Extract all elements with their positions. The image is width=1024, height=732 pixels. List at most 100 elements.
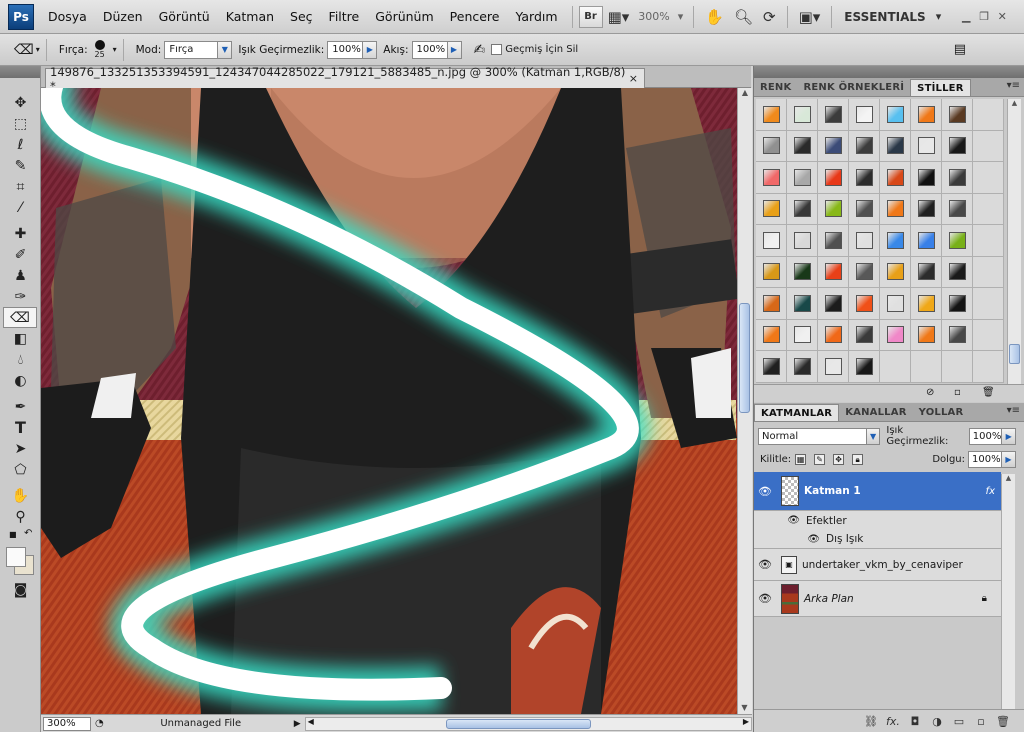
add-mask-icon[interactable]: ◘ [904, 715, 926, 728]
style-swatch-cell[interactable] [849, 130, 880, 162]
link-layers-icon[interactable]: ⛓ [860, 715, 882, 728]
tab-color[interactable]: RENK [754, 79, 797, 96]
film-strip-icon[interactable]: ▦▾ [603, 8, 635, 26]
style-swatch-cell[interactable] [911, 130, 942, 162]
style-swatch-cell[interactable] [849, 193, 880, 225]
style-swatch-cell[interactable] [973, 130, 1004, 162]
move-tool-icon[interactable]: ✥ [0, 92, 41, 113]
layer-row-arka-plan[interactable]: 👁︎ Arka Plan 🔒︎ [754, 581, 1001, 617]
fill-field[interactable]: 100% [968, 451, 1002, 468]
style-swatch-cell[interactable] [880, 225, 911, 257]
panel-dock-header[interactable] [754, 66, 1024, 78]
style-swatch-cell[interactable] [787, 225, 818, 257]
style-swatch-cell[interactable] [756, 162, 787, 194]
tab-channels[interactable]: KANALLAR [839, 404, 912, 421]
style-swatch-cell[interactable] [787, 99, 818, 131]
rotate-view-icon[interactable]: ⟳ [758, 8, 781, 26]
style-swatch-cell[interactable] [818, 130, 849, 162]
menu-yardim[interactable]: Yardım [507, 9, 565, 24]
hand-tool-icon[interactable]: ✋ [0, 485, 41, 506]
workspace-switcher[interactable]: ESSENTIALS [838, 10, 931, 24]
style-swatch-cell[interactable] [911, 256, 942, 288]
horizontal-scroll-thumb[interactable] [445, 718, 591, 729]
style-swatch-cell[interactable] [911, 288, 942, 320]
style-swatch-cell[interactable] [849, 319, 880, 351]
bridge-button[interactable]: Br [578, 5, 603, 28]
marquee-tool-icon[interactable]: ⬚ [0, 113, 41, 134]
style-swatch-cell[interactable] [818, 256, 849, 288]
style-swatch-cell[interactable] [880, 256, 911, 288]
style-swatch-cell[interactable] [849, 99, 880, 131]
type-tool-icon[interactable]: T [0, 417, 41, 438]
style-swatch-cell[interactable] [880, 99, 911, 131]
styles-scroll-thumb[interactable] [1009, 344, 1020, 364]
panel-menu-icon[interactable]: ▾≡ [1007, 80, 1020, 91]
lock-all-icon[interactable]: 🔒︎ [852, 454, 864, 465]
opacity-slider-arrow[interactable]: ▶ [1002, 427, 1016, 445]
style-swatch-cell[interactable] [911, 319, 942, 351]
style-swatch-cell[interactable] [756, 99, 787, 131]
tab-paths[interactable]: YOLLAR [913, 404, 970, 421]
scroll-up-icon[interactable]: ▲ [1008, 99, 1021, 107]
style-swatch-cell[interactable] [787, 319, 818, 351]
eraser-tool-icon[interactable]: ⌫ [3, 307, 37, 328]
eye-icon[interactable]: 👁︎ [754, 558, 776, 571]
add-style-icon[interactable]: fx. [882, 715, 904, 728]
style-swatch-cell[interactable] [911, 99, 942, 131]
style-swatch-cell[interactable] [973, 256, 1004, 288]
style-swatch-cell[interactable] [849, 351, 880, 383]
history-brush-tool-icon[interactable]: ✑ [0, 286, 41, 307]
style-swatch-cell[interactable] [787, 351, 818, 383]
erase-to-history-checkbox[interactable] [491, 44, 503, 55]
layer-effects-row[interactable]: 👁︎ Efektler [754, 511, 1001, 530]
style-swatch-cell[interactable] [942, 130, 973, 162]
eye-icon[interactable]: 👁︎ [754, 534, 820, 545]
clone-stamp-tool-icon[interactable]: ♟ [0, 265, 41, 286]
scroll-right-icon[interactable]: ▶ [743, 717, 749, 726]
tab-swatches[interactable]: RENK ÖRNEKLERİ [797, 79, 910, 96]
trash-icon[interactable]: 🗑︎ [992, 715, 1014, 728]
new-style-icon[interactable]: ▫ [954, 387, 961, 398]
eraser-preset-icon[interactable]: ⌫ [14, 42, 34, 58]
style-swatch-cell[interactable] [756, 351, 787, 383]
style-swatch-cell[interactable] [880, 319, 911, 351]
scroll-down-icon[interactable]: ▼ [738, 703, 751, 712]
quick-select-tool-icon[interactable]: ✎ [0, 155, 41, 176]
close-icon[interactable]: ✕ [993, 9, 1011, 25]
chevron-down-icon[interactable]: ▼ [218, 40, 233, 59]
spot-heal-tool-icon[interactable]: ✚ [0, 223, 41, 244]
style-swatch-cell[interactable] [849, 288, 880, 320]
style-swatch-cell[interactable] [880, 288, 911, 320]
zoom-tool-icon[interactable]: ⚲ [0, 506, 41, 527]
default-colors-icon[interactable]: ■ [9, 530, 17, 539]
blur-tool-icon[interactable]: 💧︎ [0, 349, 41, 370]
menu-duzen[interactable]: Düzen [95, 9, 151, 24]
style-swatch-cell[interactable] [942, 225, 973, 257]
mode-select[interactable]: Fırça [164, 40, 219, 59]
hand-icon[interactable]: ✋ [700, 8, 729, 26]
layer-row-undertaker[interactable]: 👁︎ ▣ undertaker_vkm_by_cenaviper [754, 549, 1001, 581]
style-swatch-cell[interactable] [818, 193, 849, 225]
chevron-down-icon[interactable]: ▾ [674, 10, 688, 23]
new-group-icon[interactable]: ▭ [948, 715, 970, 728]
style-swatch-cell[interactable] [942, 99, 973, 131]
styles-scrollbar[interactable]: ▲ [1007, 99, 1021, 384]
tab-layers[interactable]: KATMANLAR [754, 404, 840, 421]
style-swatch-cell[interactable] [818, 351, 849, 383]
style-swatch-cell[interactable] [787, 130, 818, 162]
style-swatch-cell[interactable] [942, 193, 973, 225]
fx-icon[interactable]: fx [986, 486, 995, 497]
style-swatch-cell[interactable] [818, 319, 849, 351]
style-swatch-cell[interactable] [973, 193, 1004, 225]
layer-outer-glow-row[interactable]: 👁︎ Dış Işık [754, 530, 1001, 549]
style-swatch-cell[interactable] [818, 99, 849, 131]
chevron-down-icon[interactable]: ▾ [36, 45, 40, 54]
flow-field[interactable]: 100% [411, 40, 448, 59]
style-swatch-cell[interactable] [818, 162, 849, 194]
style-swatch-cell[interactable] [818, 225, 849, 257]
blend-mode-select[interactable]: Normal [758, 427, 867, 445]
vertical-scroll-thumb[interactable] [739, 303, 750, 413]
airbrush-icon[interactable]: ✍ [474, 42, 486, 58]
brush-picker[interactable]: 25 [91, 40, 109, 59]
style-swatch-cell[interactable] [942, 256, 973, 288]
